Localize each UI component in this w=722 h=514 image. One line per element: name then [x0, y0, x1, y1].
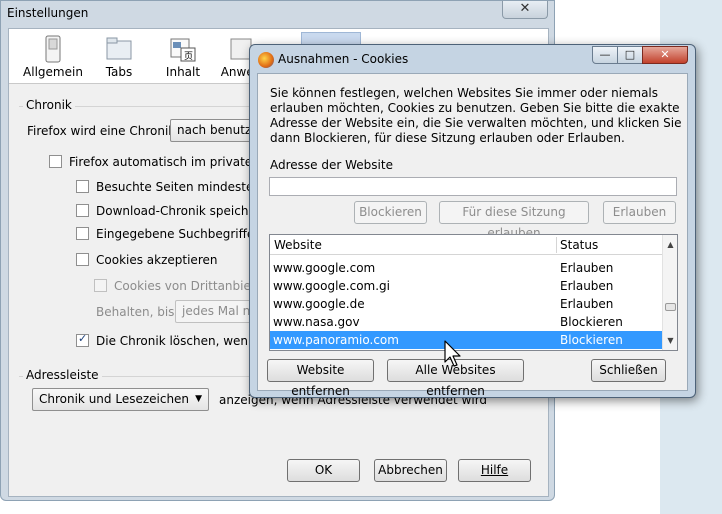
list-item-site: www.google.de [273, 297, 365, 311]
maximize-button[interactable]: □ [617, 46, 643, 64]
list-item-status: Blockieren [560, 315, 623, 329]
scroll-up-icon[interactable]: ▲ [663, 237, 677, 252]
block-button[interactable]: Blockieren [354, 201, 427, 224]
remove-website-button[interactable]: Website entfernen [267, 359, 374, 398]
folder-icon [105, 35, 133, 63]
firefox-icon [258, 52, 274, 68]
dialog-close-button[interactable]: ✕ [642, 46, 688, 64]
mouse-pointer-icon [444, 340, 461, 367]
help-button-label: Hilfe [480, 463, 509, 477]
scroll-down-icon[interactable]: ▼ [663, 333, 677, 348]
switch-icon [39, 35, 67, 63]
list-item-status: Erlauben [560, 279, 614, 293]
minimize-button[interactable]: — [592, 46, 618, 64]
list-item-site: www.google.com [273, 261, 376, 275]
clear-on-close-checkbox[interactable] [76, 332, 89, 347]
cancel-button[interactable]: Abbrechen [374, 459, 447, 482]
cookie-exceptions-dialog: Ausnahmen - Cookies — □ ✕ Sie können fes… [249, 44, 696, 398]
list-scrollbar[interactable]: ▲ ▼ [662, 235, 677, 350]
adressleiste-group-label: Adressleiste [23, 368, 102, 382]
list-item[interactable]: www.google.com.gi Erlauben [270, 277, 662, 295]
website-list-header: Website Status [270, 235, 662, 255]
accept-cookies-label: Cookies akzeptieren [96, 253, 218, 267]
svg-text:页: 页 [184, 51, 193, 62]
search-terms-option[interactable]: Eingegebene Suchbegriffe un [76, 227, 273, 241]
website-list[interactable]: Website Status www.google.com Erlauben w… [269, 234, 678, 351]
address-bar-select-value: Chronik und Lesezeichen [39, 392, 190, 406]
third-party-cookies-checkbox[interactable] [94, 279, 107, 292]
ok-button[interactable]: OK [287, 459, 360, 482]
list-item-status: Erlauben [560, 297, 614, 311]
third-party-cookies-option[interactable]: Cookies von Drittanbieter [94, 279, 268, 293]
scroll-thumb[interactable] [665, 303, 676, 311]
allow-session-button[interactable]: Für diese Sitzung erlauben [439, 201, 589, 240]
website-address-label: Adresse der Website [270, 158, 393, 172]
list-item-site: www.nasa.gov [273, 315, 360, 329]
clear-on-close-label: Die Chronik löschen, wenn Fi [96, 334, 269, 348]
third-party-cookies-label: Cookies von Drittanbieter [114, 279, 268, 293]
allow-button[interactable]: Erlauben [603, 201, 676, 224]
keep-until-label: Behalten, bis: [96, 305, 179, 319]
column-separator [556, 237, 557, 253]
list-item-selected[interactable]: www.panoramio.com Blockieren [270, 331, 662, 349]
address-bar-select[interactable]: Chronik und Lesezeichen ▼ [32, 388, 209, 411]
remember-visits-label: Besuchte Seiten mindestens [96, 180, 268, 194]
tab-inhalt-label: Inhalt [165, 65, 201, 79]
dialog-body: Sie können festlegen, welchen Websites S… [257, 73, 688, 398]
close-dialog-button[interactable]: Schließen [591, 359, 666, 382]
list-item-status: Blockieren [560, 333, 623, 347]
content-icon: 页 [169, 35, 197, 63]
download-history-label: Download-Chronik speichern [96, 204, 269, 218]
settings-window-title: Einstellungen [7, 6, 89, 20]
download-history-option[interactable]: Download-Chronik speichern [76, 204, 268, 218]
list-item[interactable]: www.google.de Erlauben [270, 295, 662, 313]
chronik-group-label: Chronik [23, 98, 75, 112]
tab-tabs-label: Tabs [105, 65, 133, 79]
keep-until-value: jedes Mal na [182, 304, 258, 318]
tab-allgemein[interactable]: Allgemein [21, 32, 85, 82]
accept-cookies-checkbox[interactable] [76, 253, 89, 266]
accept-cookies-option[interactable]: Cookies akzeptieren [76, 253, 217, 267]
column-header-status[interactable]: Status [560, 238, 598, 252]
list-item-status: Erlauben [560, 261, 614, 275]
private-mode-option[interactable]: Firefox automatisch im privaten M [49, 155, 274, 169]
dialog-intro-text: Sie können festlegen, welchen Websites S… [270, 86, 682, 145]
search-terms-label: Eingegebene Suchbegriffe un [96, 227, 274, 241]
help-button[interactable]: Hilfe [458, 459, 531, 482]
search-terms-checkbox[interactable] [76, 227, 89, 240]
chevron-down-icon: ▼ [195, 394, 202, 404]
list-item-site: www.google.com.gi [273, 279, 390, 293]
list-item-site: www.panoramio.com [273, 333, 399, 347]
clear-on-close-option[interactable]: Die Chronik löschen, wenn Fi [76, 332, 269, 348]
remember-visits-option[interactable]: Besuchte Seiten mindestens [76, 180, 267, 194]
dialog-title: Ausnahmen - Cookies [278, 52, 409, 66]
website-address-input[interactable] [269, 177, 677, 196]
tab-allgemein-label: Allgemein [23, 65, 83, 79]
list-item[interactable]: www.google.com Erlauben [270, 259, 662, 277]
private-mode-checkbox[interactable] [49, 155, 62, 168]
settings-close-button[interactable]: ✕ [502, 1, 548, 19]
tab-inhalt[interactable]: 页 Inhalt [151, 32, 215, 82]
download-history-checkbox[interactable] [76, 204, 89, 217]
remember-visits-checkbox[interactable] [76, 180, 89, 193]
column-header-website[interactable]: Website [274, 238, 322, 252]
history-mode-label: Firefox wird eine Chronik: [27, 124, 180, 138]
tab-tabs[interactable]: Tabs [87, 32, 151, 82]
private-mode-label: Firefox automatisch im privaten M [69, 155, 274, 169]
list-item[interactable]: www.nasa.gov Blockieren [270, 313, 662, 331]
